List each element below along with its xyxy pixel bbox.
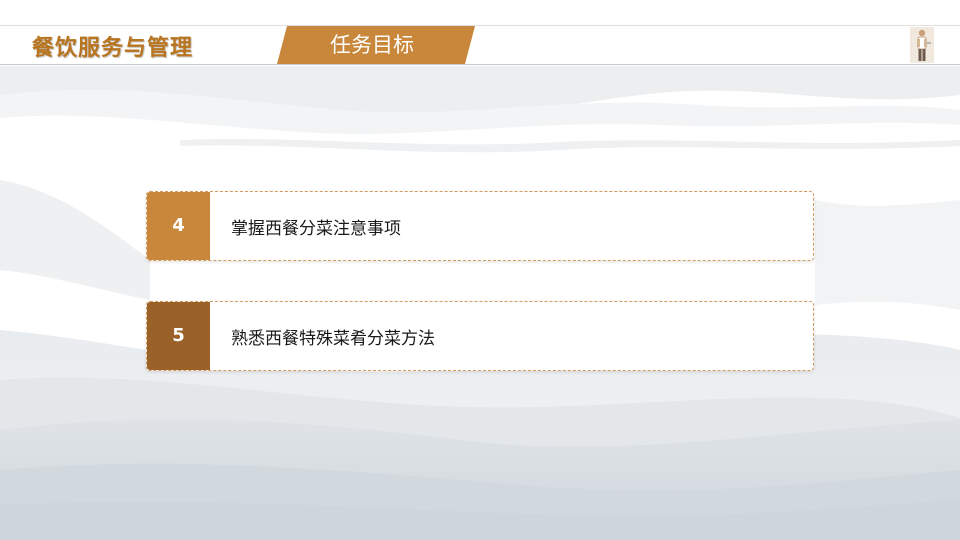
objective-number: 5 <box>147 302 210 370</box>
objective-item: 4 掌握西餐分菜注意事项 <box>146 191 814 261</box>
section-tab-label: 任务目标 <box>330 33 414 57</box>
section-tab: 任务目标 <box>277 26 477 64</box>
objective-item: 5 熟悉西餐特殊菜肴分菜方法 <box>146 301 814 371</box>
waiter-figure-icon <box>910 27 934 63</box>
wave-background <box>0 66 960 540</box>
header-bottom-rule <box>0 64 960 65</box>
objective-number: 4 <box>147 192 210 260</box>
objective-text: 熟悉西餐特殊菜肴分菜方法 <box>231 329 435 349</box>
objective-text: 掌握西餐分菜注意事项 <box>231 219 401 239</box>
course-title: 餐饮服务与管理 <box>32 36 194 61</box>
header-top-rule <box>0 25 960 26</box>
